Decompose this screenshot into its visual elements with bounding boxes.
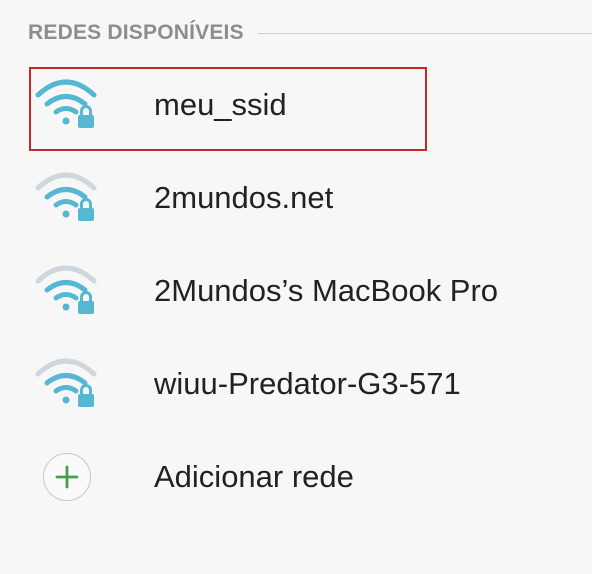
network-list: meu_ssid 2mundos.net 2Mundos’s MacBook P… — [0, 58, 592, 523]
network-item-wiuu-predator[interactable]: wiuu-Predator-G3-571 — [0, 337, 592, 430]
wifi-lock-icon — [35, 77, 99, 133]
plus-icon — [43, 452, 91, 501]
available-networks-title: REDES DISPONÍVEIS — [28, 21, 244, 44]
add-network-button[interactable]: Adicionar rede — [0, 430, 592, 523]
section-divider — [257, 32, 592, 34]
network-ssid-label: wiuu-Predator-G3-571 — [154, 365, 461, 401]
network-item-2mundos-macbook-pro[interactable]: 2Mundos’s MacBook Pro — [0, 244, 592, 337]
network-ssid-label: meu_ssid — [154, 86, 287, 122]
network-item-meu-ssid[interactable]: meu_ssid — [0, 58, 592, 151]
network-ssid-label: 2Mundos’s MacBook Pro — [154, 272, 499, 308]
wifi-lock-icon — [35, 356, 99, 412]
network-item-2mundos-net[interactable]: 2mundos.net — [0, 151, 592, 244]
wifi-lock-icon — [35, 170, 99, 226]
network-ssid-label: 2mundos.net — [154, 179, 334, 215]
add-network-label: Adicionar rede — [154, 458, 354, 494]
available-networks-header: REDES DISPONÍVEIS — [28, 18, 592, 48]
wifi-lock-icon — [35, 263, 99, 319]
add-network-icon-container — [35, 449, 99, 505]
